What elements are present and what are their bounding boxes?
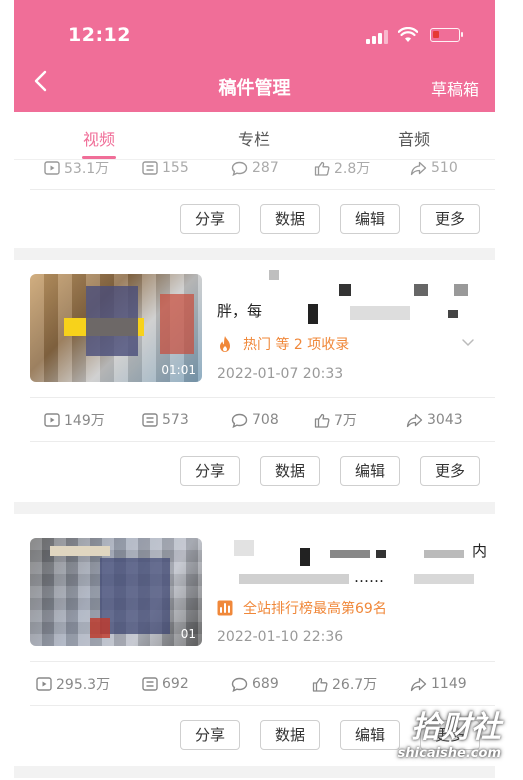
action-buttons: 分享 数据 编辑 更多 [14,456,495,490]
battery-icon [430,28,463,42]
like-count: 7万 [314,400,357,440]
section-gap [14,502,495,514]
top-bar: 12:12 稿件管理 草稿箱 [14,0,495,112]
ranking-icon [217,600,233,616]
page-title: 稿件管理 [218,78,291,99]
stats-row: 295.3万 692 689 26.7万 1149 [14,664,495,704]
danmaku-count: 692 [142,664,189,704]
edit-button[interactable]: 编辑 [340,456,400,486]
share-arrow-icon [406,413,423,427]
hot-badge-text: 热门 等 2 项收录 [243,337,350,353]
comment-count: 287 [231,148,279,188]
divider [30,397,495,398]
danmaku-count: 155 [142,148,189,188]
video-thumbnail[interactable]: 01:01 [30,274,202,382]
thumbs-up-icon [314,161,330,176]
share-button[interactable]: 分享 [180,204,240,234]
play-count: 295.3万 [36,664,110,704]
drafts-button[interactable]: 草稿箱 [431,76,479,100]
more-button[interactable]: 更多 [420,456,480,486]
comment-count-value: 708 [252,412,279,428]
comment-icon [231,677,248,692]
danmaku-count-value: 573 [162,412,189,428]
data-button[interactable]: 数据 [260,456,320,486]
signal-icon [366,30,390,44]
comment-count-value: 689 [252,676,279,692]
thumbs-up-icon [314,413,330,428]
share-count-value: 510 [431,160,458,176]
share-arrow-icon [410,161,427,175]
publish-date: 2022-01-07 20:33 [217,366,344,382]
danmaku-icon [142,677,158,691]
status-time: 12:12 [68,24,131,46]
like-count-value: 26.7万 [332,677,378,693]
danmaku-count-value: 692 [162,676,189,692]
danmaku-count-value: 155 [162,160,189,176]
data-button[interactable]: 数据 [260,720,320,750]
play-count-value: 295.3万 [56,677,111,693]
danmaku-icon [142,413,158,427]
divider [30,661,495,662]
share-count-value: 1149 [431,676,467,692]
danmaku-icon [142,161,158,175]
comment-count: 689 [231,664,279,704]
video-thumbnail[interactable]: 01 [30,538,202,646]
share-button[interactable]: 分享 [180,720,240,750]
share-count: 3043 [406,400,463,440]
action-buttons: 分享 数据 编辑 更多 [14,204,495,238]
play-icon [44,413,60,427]
stats-row: 53.1万 155 287 2.8万 510 [14,148,495,188]
share-count-value: 3043 [427,412,463,428]
more-button[interactable]: 更多 [420,204,480,234]
play-count-value: 149万 [64,413,105,429]
app-screen: 12:12 稿件管理 草稿箱 视频 专栏 音频 53.1万 155 287 2.… [14,0,495,780]
section-gap [14,766,495,778]
divider [30,189,495,190]
publish-date: 2022-01-10 22:36 [217,629,344,645]
site-watermark: 拾财社 shicaishe.com [398,702,501,761]
play-count: 53.1万 [44,148,109,188]
wifi-icon [398,27,418,42]
comment-count: 708 [231,400,279,440]
ranking-badge[interactable]: 全站排行榜最高第69名 [217,598,387,618]
hot-badge[interactable]: 热门 等 2 项收录 [217,334,349,354]
divider [30,441,495,442]
edit-button[interactable]: 编辑 [340,204,400,234]
like-count-value: 2.8万 [334,161,371,177]
stats-row: 149万 573 708 7万 3043 [14,400,495,440]
video-title[interactable]: 胖，每 [217,297,477,325]
video-duration: 01:01 [161,363,196,377]
comment-icon [231,161,248,176]
tab-audio[interactable]: 音频 [379,126,449,150]
video-duration: 01 [180,627,196,641]
share-arrow-icon [410,677,427,691]
like-count-value: 7万 [334,413,357,429]
chevron-down-icon[interactable] [461,338,475,348]
edit-button[interactable]: 编辑 [340,720,400,750]
like-count: 2.8万 [314,148,370,188]
play-count-value: 53.1万 [64,161,110,177]
comment-count-value: 287 [252,160,279,176]
share-count: 1149 [410,664,467,704]
comment-icon [231,413,248,428]
tab-video[interactable]: 视频 [64,126,134,150]
watermark-sub: shicaishe.com [397,746,501,761]
ranking-badge-text: 全站排行榜最高第69名 [243,601,387,617]
watermark-main: 拾财社 [411,710,501,745]
play-icon [44,161,60,175]
play-icon [36,677,52,691]
fire-icon [220,336,230,352]
like-count: 26.7万 [312,664,377,704]
share-button[interactable]: 分享 [180,456,240,486]
data-button[interactable]: 数据 [260,204,320,234]
danmaku-count: 573 [142,400,189,440]
share-count: 510 [410,148,458,188]
section-gap [14,248,495,260]
play-count: 149万 [44,400,105,440]
tab-column[interactable]: 专栏 [219,126,289,150]
thumbs-up-icon [312,677,328,692]
